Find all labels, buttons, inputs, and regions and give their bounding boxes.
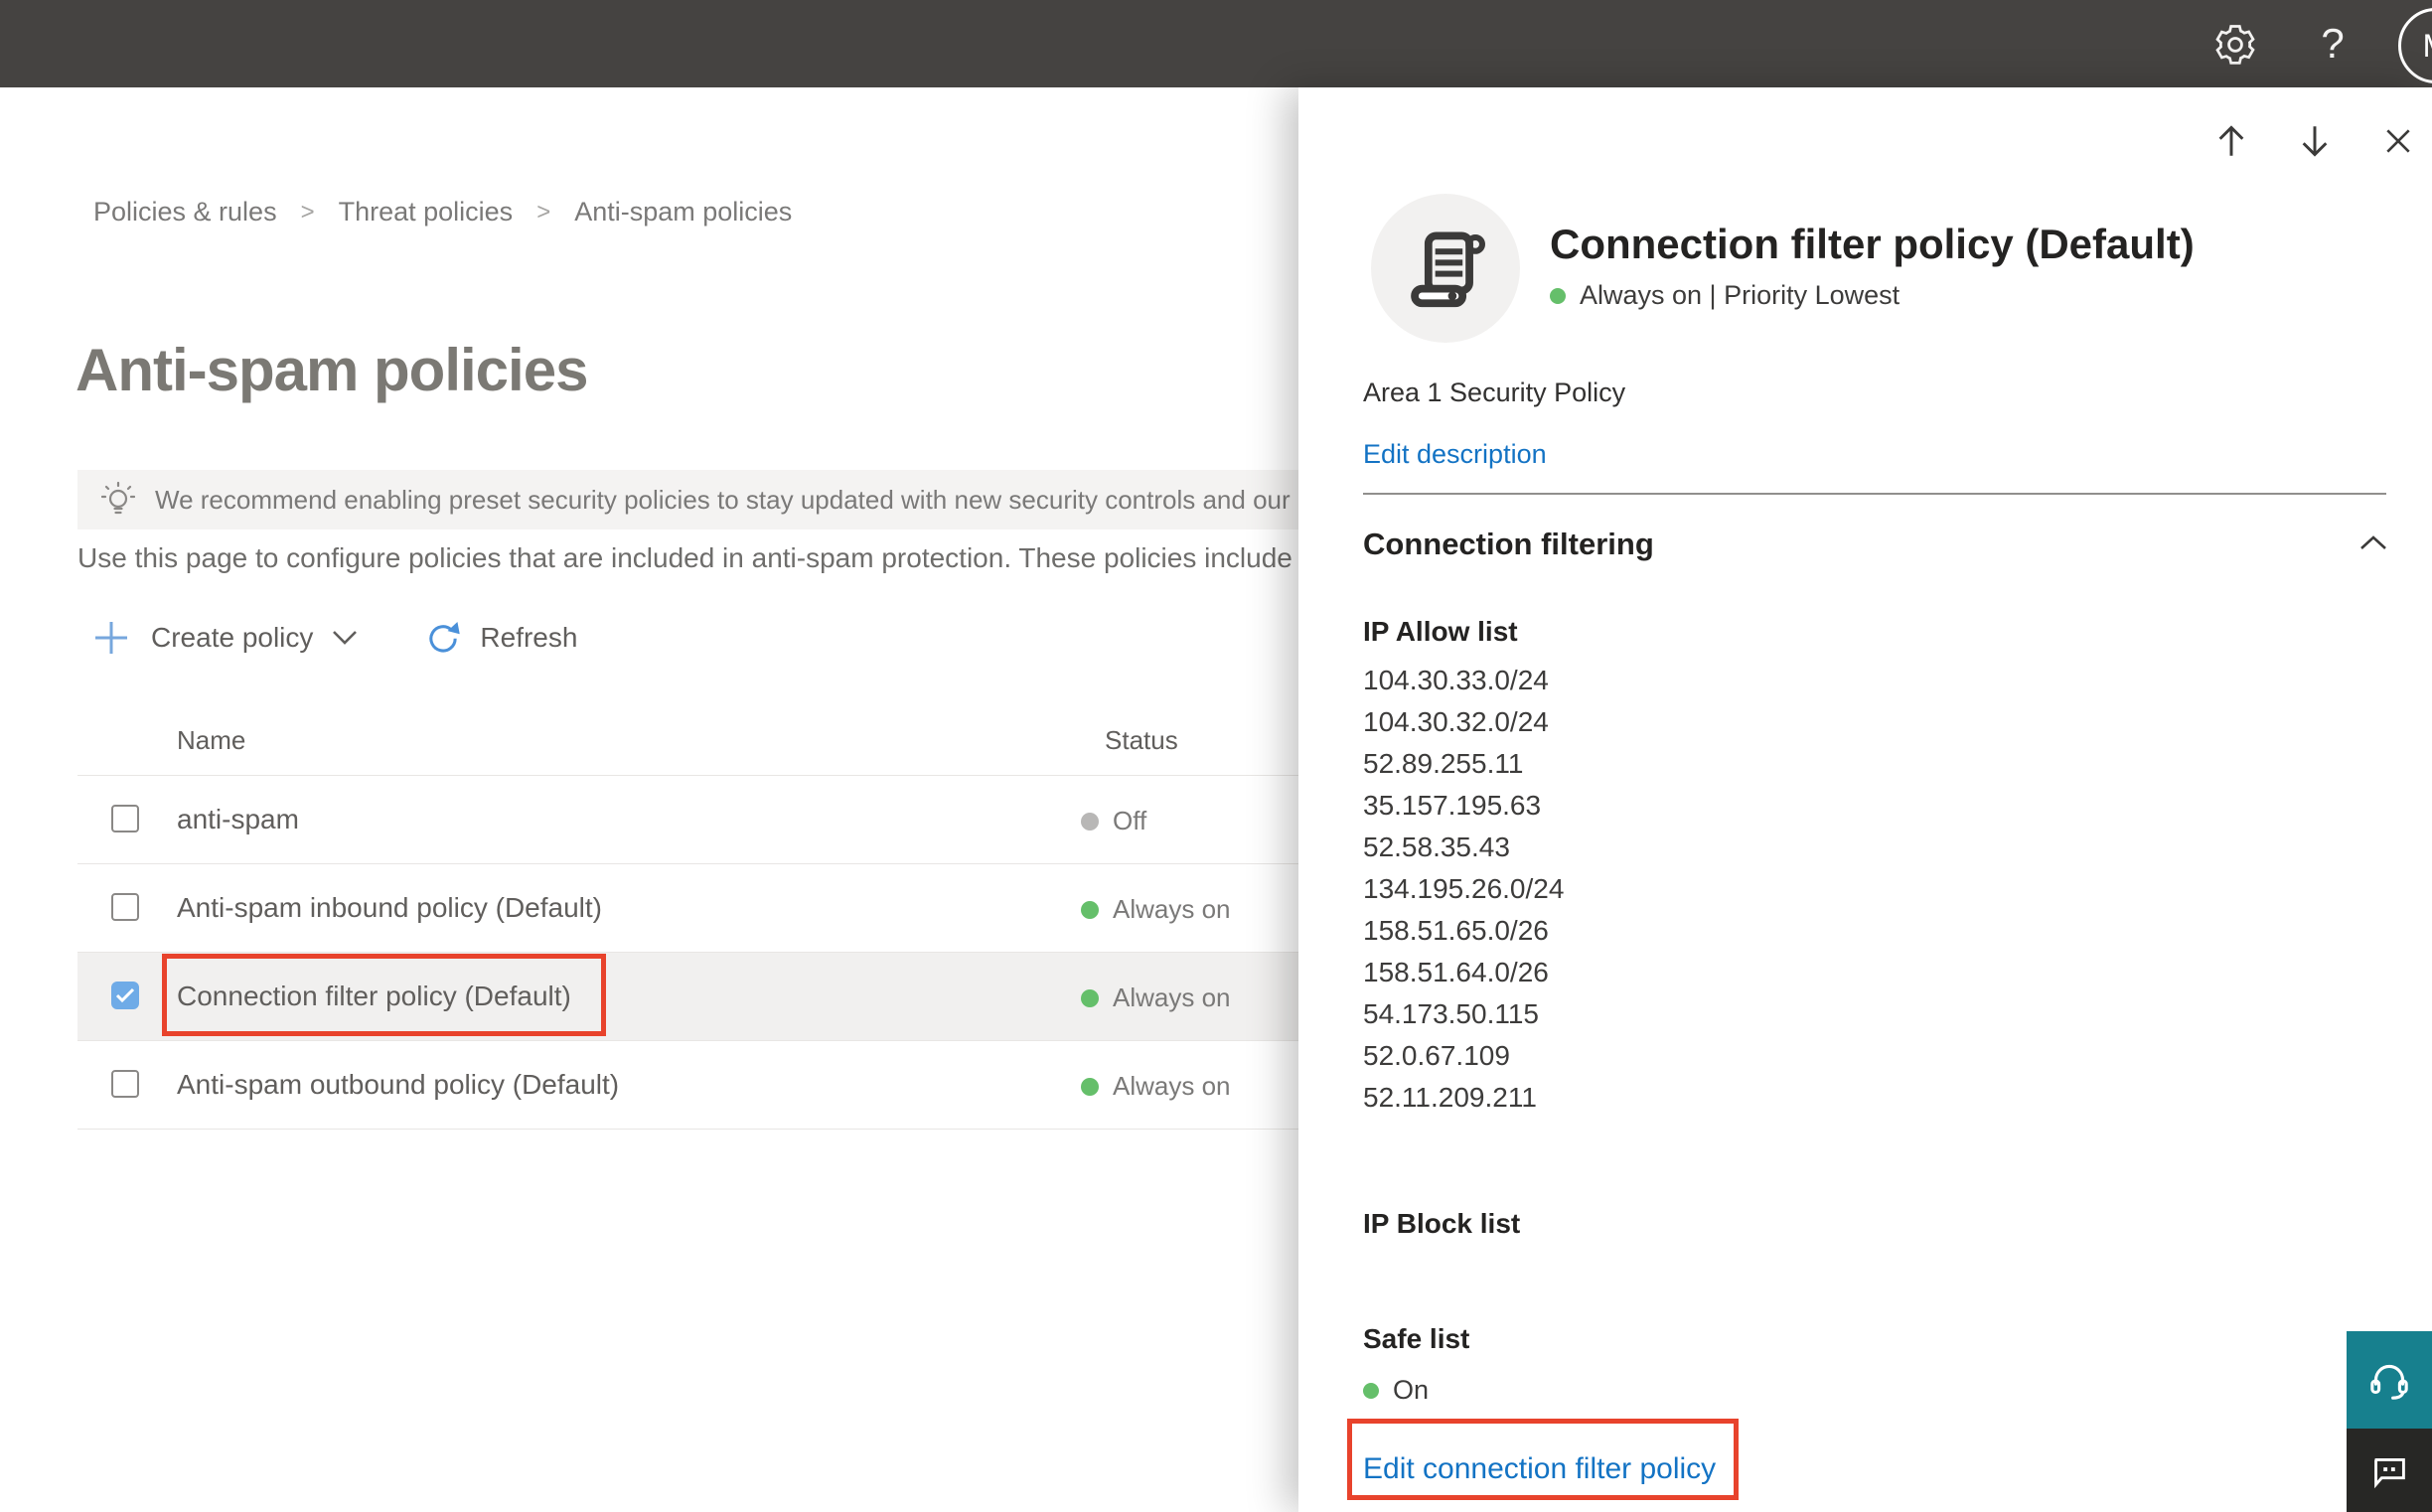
- table-header: Name Status: [77, 695, 1309, 775]
- breadcrumb-separator: >: [300, 198, 315, 226]
- table-row-outbound-policy[interactable]: Anti-spam outbound policy (Default) Alwa…: [77, 1040, 1309, 1130]
- support-button[interactable]: [2347, 1331, 2432, 1429]
- status-label: Always on: [1113, 1071, 1231, 1101]
- collapse-section-button[interactable]: [2358, 534, 2388, 555]
- row-checkbox[interactable]: [111, 805, 139, 832]
- previous-item-button[interactable]: [2213, 123, 2249, 159]
- row-name: Anti-spam inbound policy (Default): [177, 892, 602, 923]
- safe-list-status-text: On: [1393, 1375, 1430, 1405]
- arrow-down-icon: [2302, 126, 2328, 157]
- safe-list-label: Safe list: [1363, 1323, 1470, 1354]
- ip-entry: 52.11.209.211: [1363, 1082, 1537, 1113]
- breadcrumb-anti-spam-policies[interactable]: Anti-spam policies: [574, 197, 792, 227]
- section-title-connection-filtering: Connection filtering: [1363, 527, 1654, 561]
- row-name: anti-spam: [177, 804, 299, 834]
- ip-entry: 52.58.35.43: [1363, 832, 1510, 862]
- refresh-icon: [429, 622, 461, 653]
- status-dot-off: [1081, 812, 1099, 831]
- ip-entry: 158.51.64.0/26: [1363, 957, 1549, 987]
- screen: ? M Policies & rules > Threat policies >…: [0, 0, 2432, 1512]
- row-name: Anti-spam outbound policy (Default): [177, 1069, 620, 1100]
- column-header-status[interactable]: Status: [1105, 725, 1178, 756]
- row-status: Off: [1081, 806, 1146, 836]
- arrow-up-icon: [2218, 125, 2244, 156]
- safe-list-status: On: [1363, 1375, 1429, 1406]
- ip-allow-list: 104.30.33.0/24 104.30.32.0/24 52.89.255.…: [1363, 660, 1564, 1119]
- table-row-inbound-policy[interactable]: Anti-spam inbound policy (Default) Alway…: [77, 863, 1309, 952]
- ip-entry: 104.30.33.0/24: [1363, 665, 1549, 695]
- banner-text: We recommend enabling preset security po…: [155, 484, 1406, 515]
- ip-entry: 54.173.50.115: [1363, 998, 1539, 1029]
- policy-table: Name Status anti-spam Off Anti-spam inbo…: [77, 695, 1309, 1130]
- avatar-initial: M: [2423, 28, 2432, 65]
- status-dot-on: [1550, 287, 1566, 304]
- gear-icon: [2215, 25, 2255, 65]
- account-avatar[interactable]: M: [2398, 8, 2432, 83]
- close-flyout-button[interactable]: [2380, 123, 2416, 159]
- flyout-status-line: Always on | Priority Lowest: [1550, 280, 1900, 311]
- policy-description: Area 1 Security Policy: [1363, 378, 1626, 407]
- ip-allow-list-label: IP Allow list: [1363, 616, 1518, 647]
- table-row-connection-filter-policy[interactable]: Connection filter policy (Default) Alway…: [77, 952, 1298, 1040]
- chevron-up-icon: [2360, 535, 2386, 549]
- breadcrumb-policies-rules[interactable]: Policies & rules: [93, 197, 277, 227]
- headset-icon: [2370, 1364, 2408, 1400]
- row-checkbox[interactable]: [111, 1070, 139, 1098]
- next-item-button[interactable]: [2297, 123, 2333, 159]
- settings-button[interactable]: [2204, 0, 2267, 87]
- ip-block-list-label: IP Block list: [1363, 1208, 1521, 1239]
- help-icon: ?: [2321, 20, 2345, 67]
- toolbar: Create policy Refresh: [93, 610, 577, 666]
- feedback-icon: [2374, 1458, 2405, 1489]
- create-policy-button[interactable]: Create policy: [93, 620, 359, 656]
- divider: [1363, 493, 2386, 495]
- status-dot-on: [1081, 1077, 1099, 1096]
- feedback-button[interactable]: [2347, 1429, 2432, 1512]
- ip-entry: 104.30.32.0/24: [1363, 706, 1549, 737]
- page-title: Anti-spam policies: [76, 337, 588, 403]
- status-dot-on: [1081, 988, 1099, 1007]
- policy-details-flyout: Connection filter policy (Default) Alway…: [1298, 87, 2432, 1512]
- row-checkbox-checked[interactable]: [111, 982, 139, 1009]
- policy-scroll-icon: [1411, 231, 1485, 308]
- refresh-button[interactable]: Refresh: [424, 619, 577, 657]
- close-icon: [2386, 129, 2410, 153]
- status-label: Always on: [1113, 983, 1231, 1012]
- flyout-nav: [2213, 123, 2416, 159]
- column-header-name[interactable]: Name: [177, 725, 245, 756]
- checkmark-icon: [115, 987, 135, 1003]
- row-status: Always on: [1081, 983, 1231, 1013]
- help-button[interactable]: ?: [2305, 0, 2360, 87]
- ip-entry: 35.157.195.63: [1363, 790, 1542, 821]
- breadcrumb: Policies & rules > Threat policies > Ant…: [93, 197, 792, 227]
- refresh-label: Refresh: [480, 622, 578, 653]
- policy-icon-circle: [1371, 194, 1520, 343]
- ip-entry: 52.0.67.109: [1363, 1040, 1510, 1071]
- lightbulb-icon: [101, 482, 135, 515]
- plus-icon: [95, 622, 127, 654]
- flyout-title: Connection filter policy (Default): [1550, 221, 2195, 267]
- edit-description-link[interactable]: Edit description: [1363, 439, 1547, 470]
- edit-connection-filter-policy-link[interactable]: Edit connection filter policy: [1363, 1452, 1716, 1486]
- status-label: Off: [1113, 806, 1147, 835]
- breadcrumb-separator: >: [536, 198, 551, 226]
- chevron-down-icon: [333, 631, 358, 645]
- status-label: Always on: [1113, 894, 1231, 924]
- create-policy-label: Create policy: [151, 622, 314, 653]
- breadcrumb-threat-policies[interactable]: Threat policies: [339, 197, 514, 227]
- ip-entry: 158.51.65.0/26: [1363, 915, 1549, 946]
- row-status: Always on: [1081, 894, 1231, 925]
- row-checkbox[interactable]: [111, 893, 139, 921]
- flyout-status-text: Always on | Priority Lowest: [1580, 280, 1900, 310]
- row-status: Always on: [1081, 1071, 1231, 1102]
- table-row-anti-spam[interactable]: anti-spam Off: [77, 775, 1309, 863]
- row-name: Connection filter policy (Default): [177, 981, 571, 1011]
- ip-entry: 134.195.26.0/24: [1363, 873, 1565, 904]
- status-dot-on: [1081, 900, 1099, 919]
- status-dot-on: [1363, 1382, 1379, 1399]
- ip-entry: 52.89.255.11: [1363, 748, 1524, 779]
- top-app-bar: ? M: [0, 0, 2432, 87]
